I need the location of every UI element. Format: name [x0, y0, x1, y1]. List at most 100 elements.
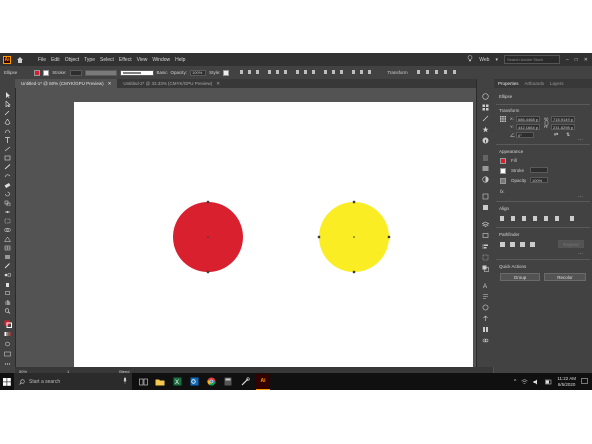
gradient-tool-icon[interactable] — [4, 254, 11, 260]
menu-type[interactable]: Type — [84, 57, 95, 63]
paragraph-panel-icon[interactable] — [482, 293, 489, 300]
stroke-swatch[interactable] — [43, 69, 50, 76]
task-view-icon[interactable] — [137, 376, 149, 388]
opacity-label[interactable]: Opacity — [511, 178, 526, 183]
more-options-icon[interactable]: ⋯ — [578, 194, 583, 200]
align-buttons[interactable] — [500, 215, 586, 222]
close-tab-icon[interactable]: ✕ — [216, 81, 220, 87]
pathfinder-panel-icon[interactable] — [482, 265, 489, 272]
align-panel-icon[interactable] — [482, 243, 489, 250]
tab-layers[interactable]: Layers — [550, 81, 564, 86]
brush-definition-field[interactable] — [119, 69, 154, 76]
fx-button[interactable]: fx. — [500, 189, 505, 194]
color-mode-icon[interactable] — [4, 331, 11, 337]
swatches-panel-icon[interactable] — [482, 104, 489, 111]
shape-builder-tool-icon[interactable] — [4, 227, 11, 233]
menu-file[interactable]: File — [38, 57, 46, 63]
character-panel-icon[interactable]: A — [482, 282, 489, 289]
color-panel-icon[interactable] — [482, 93, 489, 100]
transform-options-icon[interactable] — [416, 69, 457, 76]
opacity-field[interactable]: 100% — [530, 177, 548, 183]
menu-window[interactable]: Window — [152, 57, 170, 63]
more-options-icon[interactable]: ⋯ — [578, 251, 583, 257]
yellow-circle[interactable] — [317, 200, 391, 274]
stroke-panel-icon[interactable] — [482, 154, 489, 161]
illustrator-taskbar-icon[interactable]: Ai — [256, 373, 270, 390]
chevron-up-icon[interactable]: ^ — [514, 379, 516, 385]
perspective-grid-tool-icon[interactable] — [4, 236, 11, 242]
menu-select[interactable]: Select — [100, 57, 114, 63]
menu-help[interactable]: Help — [175, 57, 185, 63]
width-tool-icon[interactable] — [4, 209, 11, 215]
width-field[interactable]: 715.9149 p — [551, 116, 575, 122]
brushes-panel-icon[interactable] — [482, 115, 489, 122]
home-icon[interactable] — [16, 56, 24, 64]
flip-horizontal-icon[interactable]: ⇄ — [554, 132, 558, 138]
free-transform-tool-icon[interactable] — [4, 218, 11, 224]
curvature-tool-icon[interactable] — [4, 128, 11, 134]
transform-link[interactable]: Transform — [387, 70, 407, 75]
outlook-icon[interactable] — [188, 376, 200, 388]
hand-tool-icon[interactable] — [4, 299, 11, 305]
line-tool-icon[interactable] — [4, 146, 11, 152]
fill-color-swatch[interactable] — [500, 158, 506, 164]
fill-stroke-icon[interactable] — [4, 320, 12, 328]
group-button[interactable]: Group — [500, 273, 540, 281]
scale-tool-icon[interactable] — [4, 200, 11, 206]
variable-width-field[interactable] — [84, 69, 117, 76]
pen-tool-icon[interactable] — [4, 119, 11, 125]
wifi-icon[interactable] — [521, 379, 528, 385]
microphone-icon[interactable] — [123, 377, 127, 386]
symbol-sprayer-tool-icon[interactable] — [4, 281, 11, 287]
eraser-tool-icon[interactable] — [4, 182, 11, 188]
stroke-weight-field[interactable] — [69, 69, 82, 76]
clock[interactable]: 11:22 AM 6/5/2020 — [557, 376, 576, 388]
artboard[interactable] — [74, 102, 473, 369]
graphic-style-swatch[interactable] — [223, 69, 230, 76]
shaper-tool-icon[interactable] — [4, 173, 11, 179]
stroke-weight-field[interactable] — [530, 167, 548, 173]
menu-effect[interactable]: Effect — [119, 57, 132, 63]
libraries-panel-icon[interactable] — [482, 326, 489, 333]
height-field[interactable]: 231.8298 p — [551, 124, 575, 130]
symbols-panel-icon[interactable] — [482, 126, 489, 133]
align-icons[interactable] — [240, 69, 380, 76]
graphic-styles-panel-icon[interactable] — [482, 204, 489, 211]
layers-panel-icon[interactable] — [482, 221, 489, 228]
appearance-panel-icon[interactable] — [482, 193, 489, 200]
minimize-icon[interactable]: – — [566, 57, 569, 63]
workspace-switcher[interactable]: Web — [479, 57, 489, 63]
start-button[interactable] — [0, 373, 14, 390]
screen-mode-icon[interactable] — [4, 351, 11, 357]
transparency-panel-icon[interactable] — [482, 176, 489, 183]
close-icon[interactable]: ✕ — [584, 57, 588, 63]
zoom-tool-icon[interactable] — [4, 308, 11, 314]
links-panel-icon[interactable] — [482, 337, 489, 344]
file-explorer-icon[interactable] — [154, 376, 166, 388]
edit-toolbar-icon[interactable] — [4, 361, 11, 367]
type-tool-icon[interactable] — [4, 137, 11, 143]
blend-tool-icon[interactable] — [4, 272, 11, 278]
opacity-field[interactable]: 100% — [190, 69, 207, 76]
x-position-field[interactable]: 686.4468 p — [516, 116, 540, 122]
adobe-stock-search[interactable]: Search Adobe Stock — [503, 55, 560, 64]
calculator-icon[interactable] — [222, 376, 234, 388]
gradient-panel-icon[interactable] — [482, 165, 489, 172]
constrain-proportions-icon[interactable] — [544, 120, 549, 126]
battery-icon[interactable] — [545, 379, 552, 385]
info-panel-icon[interactable] — [482, 137, 489, 144]
close-tab-icon[interactable]: ✕ — [108, 81, 112, 87]
expand-button[interactable]: Expand — [558, 240, 584, 248]
mesh-tool-icon[interactable] — [4, 245, 11, 251]
rotation-field[interactable]: 0° — [516, 132, 534, 138]
tab-properties[interactable]: Properties — [498, 81, 519, 86]
tab-untitled-1[interactable]: Untitled-1* @ 50% (CMYK/GPU Preview) ✕ — [15, 79, 118, 88]
notifications-icon[interactable] — [581, 378, 588, 385]
tab-artboards[interactable]: Artboards — [525, 81, 545, 86]
direct-selection-tool-icon[interactable] — [4, 101, 11, 107]
asset-export-panel-icon[interactable] — [482, 315, 489, 322]
stroke-label[interactable]: Stroke — [511, 168, 524, 173]
transform-panel-icon[interactable] — [482, 254, 489, 261]
rotate-tool-icon[interactable] — [4, 191, 11, 197]
lightbulb-icon[interactable] — [467, 55, 473, 64]
